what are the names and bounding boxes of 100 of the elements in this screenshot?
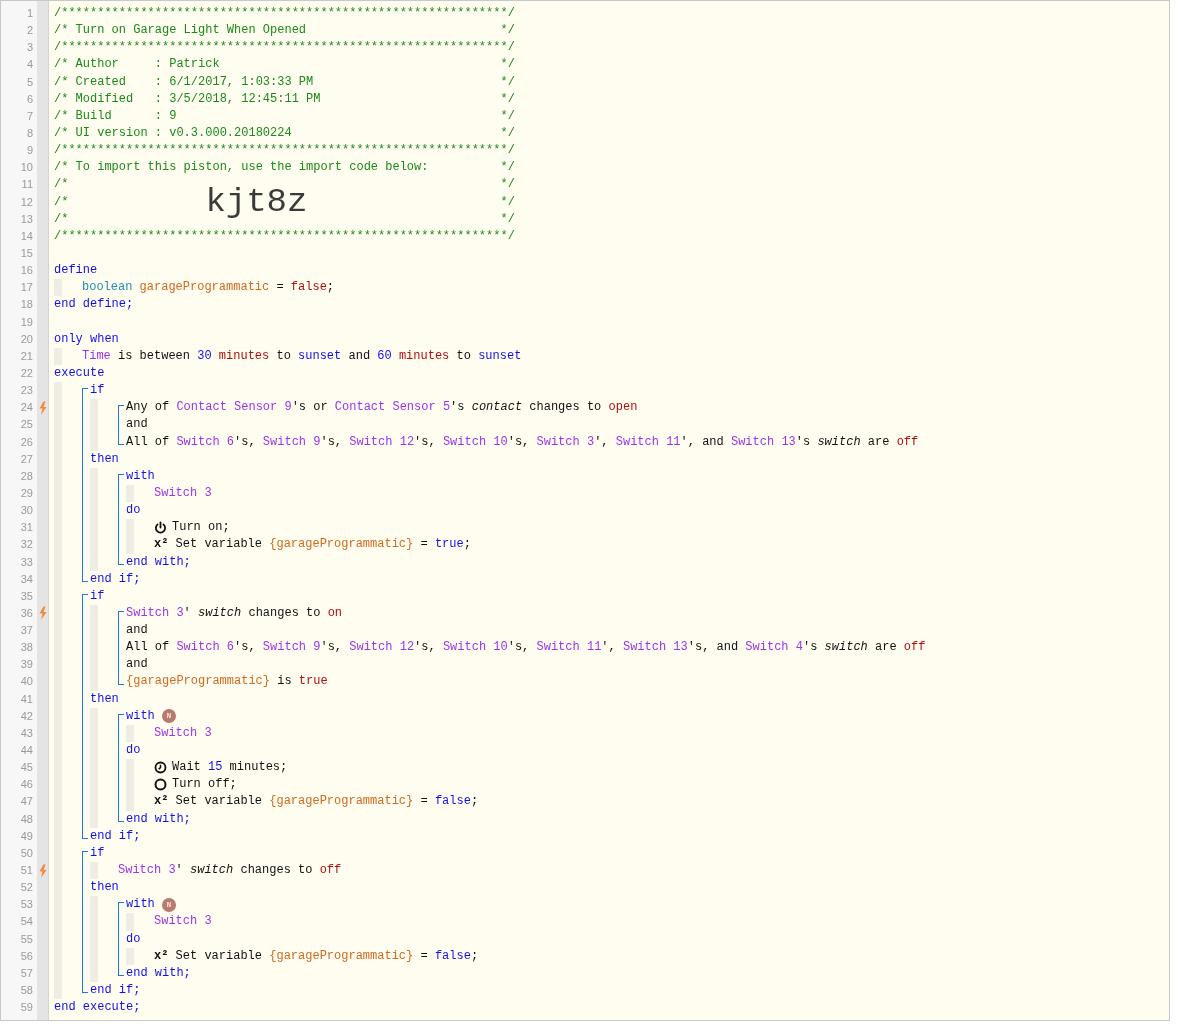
- code-text: {garageProgrammatic} is true: [126, 673, 328, 691]
- line-number: 43: [19, 725, 34, 741]
- line-number: 1: [25, 6, 34, 21]
- line-number: 31: [19, 520, 34, 536]
- code-text: and: [126, 416, 148, 434]
- comment-text: */: [500, 73, 515, 91]
- line-number: 22: [19, 365, 34, 381]
- code-text: with: [126, 896, 155, 914]
- code-text: Switch 3' switch changes to on: [126, 604, 343, 622]
- line-number: 25: [19, 417, 34, 433]
- line-number: 4: [25, 57, 34, 73]
- comment-text: /**************************************************************/: [54, 39, 515, 57]
- badge-label: N: [161, 897, 176, 912]
- line-number: 37: [19, 623, 34, 639]
- line-number: 54: [19, 914, 34, 930]
- code-text: end with;: [126, 810, 191, 828]
- comment-text: /* Modified : 3/5/2018, 12:45:11 PM: [54, 90, 321, 108]
- comment-text: /*: [54, 210, 69, 228]
- line-number: 34: [19, 571, 34, 587]
- clock-icon: [154, 761, 167, 775]
- line-number: 38: [19, 640, 34, 656]
- line-number: 59: [19, 1000, 34, 1016]
- line-number: 46: [19, 777, 34, 793]
- line-number: 3: [25, 40, 34, 56]
- line-number: 58: [19, 983, 34, 998]
- import-code: kjt8z: [205, 185, 308, 220]
- code-text: end with;: [126, 553, 191, 571]
- line-number: 23: [19, 383, 34, 399]
- comment-text: /*: [54, 176, 69, 194]
- code-text: Wait 15 minutes;: [172, 759, 288, 777]
- comment-text: /* Author : Patrick: [54, 56, 220, 74]
- line-number: 13: [19, 211, 34, 227]
- code-text: end define;: [54, 296, 134, 314]
- comment-text: */: [500, 22, 515, 40]
- code-text: end if;: [90, 570, 141, 588]
- line-number: 42: [19, 708, 34, 724]
- code-text: do: [126, 742, 141, 760]
- code-text: Switch 3: [154, 913, 212, 931]
- line-number: 24: [19, 400, 34, 416]
- line-number: 20: [19, 331, 34, 347]
- code-text: if: [90, 382, 105, 400]
- line-number: 44: [19, 743, 34, 759]
- line-number: 27: [19, 451, 34, 467]
- comment-text: /**************************************************************/: [54, 5, 515, 22]
- badge-label: N: [161, 709, 176, 724]
- comment-text: */: [500, 193, 515, 211]
- line-number: 51: [19, 863, 34, 879]
- code-text: Turn off;: [172, 776, 237, 794]
- code-text: if: [90, 844, 105, 862]
- code-text: Switch 3: [154, 484, 212, 502]
- line-number: 2: [25, 23, 34, 39]
- code-text: and: [126, 656, 148, 674]
- line-number: 7: [25, 108, 34, 124]
- code-text: All of Switch 6's, Switch 9's, Switch 12's, Switch 10's, Switch 3', Switch 11', and Switch 13's switch are off: [126, 433, 919, 451]
- line-number: 49: [19, 828, 34, 844]
- comment-text: */: [500, 210, 515, 228]
- comment-text: */: [500, 107, 515, 125]
- line-number: 26: [19, 434, 34, 450]
- code-text: boolean garageProgrammatic = false;: [82, 279, 335, 297]
- code-text: with: [126, 467, 155, 485]
- line-number: 12: [19, 194, 34, 210]
- code-text: x² Set variable {garageProgrammatic} = false;: [154, 947, 479, 965]
- line-number: 47: [19, 794, 34, 810]
- code-text: Time is between 30 minutes to sunset and 60 minutes to sunset: [82, 347, 522, 365]
- line-number: 21: [19, 348, 34, 364]
- code-text: end if;: [90, 982, 141, 999]
- line-number: 8: [25, 126, 34, 141]
- line-number: 40: [19, 674, 34, 690]
- code-text: with: [126, 707, 155, 725]
- code-text: if: [90, 587, 105, 605]
- comment-text: */: [500, 90, 515, 108]
- code-text: end if;: [90, 827, 141, 845]
- circle-icon: [154, 778, 167, 792]
- comment-text: */: [500, 56, 515, 74]
- code-text: Switch 3: [154, 724, 212, 742]
- code-text: x² Set variable {garageProgrammatic} = true;: [154, 536, 471, 554]
- power-icon: [154, 521, 167, 535]
- line-number: 39: [19, 657, 34, 673]
- code-text: do: [126, 930, 141, 948]
- comment-text: */: [500, 176, 515, 194]
- line-number: 28: [19, 468, 34, 484]
- line-number: 16: [19, 263, 34, 279]
- code-text: Switch 3' switch changes to off: [118, 862, 342, 880]
- code-text: do: [126, 502, 141, 520]
- code-text: then: [90, 879, 119, 897]
- line-number: 32: [19, 537, 34, 553]
- line-number: 19: [19, 314, 34, 330]
- line-number: 45: [19, 760, 34, 776]
- comment-text: /**************************************************************/: [54, 142, 515, 160]
- line-number: 36: [19, 605, 34, 621]
- line-number: 53: [19, 897, 34, 913]
- comment-text: /**************************************************************/: [54, 227, 515, 245]
- line-number: 33: [19, 554, 34, 570]
- code-text: Turn on;: [172, 519, 230, 537]
- comment-text: /* Build : 9: [54, 107, 177, 125]
- comment-text: /* Turn on Garage Light When Opened: [54, 22, 307, 40]
- block-bracket: [118, 405, 124, 445]
- line-number: 10: [19, 160, 34, 176]
- line-number: 30: [19, 503, 34, 519]
- comment-text: /*: [54, 193, 69, 211]
